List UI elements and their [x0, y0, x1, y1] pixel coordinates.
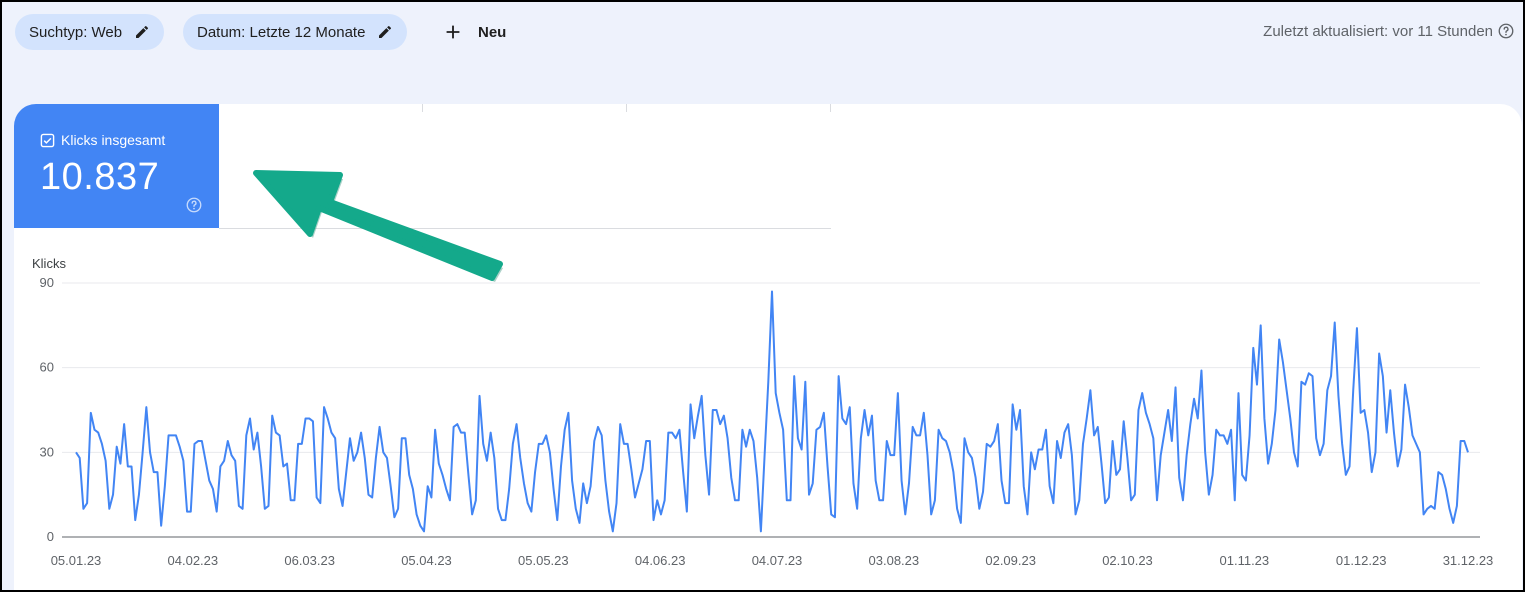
x-tick-label: 04.06.23 — [635, 553, 686, 568]
x-tick-label: 01.11.23 — [1220, 553, 1270, 568]
x-tick-label: 03.08.23 — [869, 553, 920, 568]
y-tick-label: 30 — [40, 444, 54, 459]
y-tick-label: 60 — [40, 360, 54, 375]
x-tick-label: 04.02.23 — [168, 553, 219, 568]
search-console-performance-panel: Suchtyp: Web Datum: Letzte 12 Monate Neu… — [0, 0, 1525, 592]
x-tick-label: 31.12.23 — [1443, 553, 1494, 568]
y-axis-label: Klicks — [32, 256, 66, 271]
y-tick-label: 0 — [47, 529, 54, 544]
x-tick-label: 06.03.23 — [284, 553, 335, 568]
clicks-series-line — [75, 290, 1469, 533]
x-tick-label: 04.07.23 — [752, 553, 803, 568]
x-tick-label: 05.01.23 — [51, 553, 102, 568]
x-tick-label: 05.04.23 — [401, 553, 452, 568]
y-tick-label: 90 — [40, 275, 54, 290]
x-tick-label: 01.12.23 — [1336, 553, 1387, 568]
clicks-line-chart: Klicks 0 30 60 90 05.01.23 04.02.23 06.03.23 0… — [32, 170, 1494, 568]
x-tick-label: 02.10.23 — [1102, 553, 1153, 568]
x-tick-label: 02.09.23 — [985, 553, 1036, 568]
x-tick-label: 05.05.23 — [518, 553, 569, 568]
arrow-annotation — [253, 170, 503, 282]
